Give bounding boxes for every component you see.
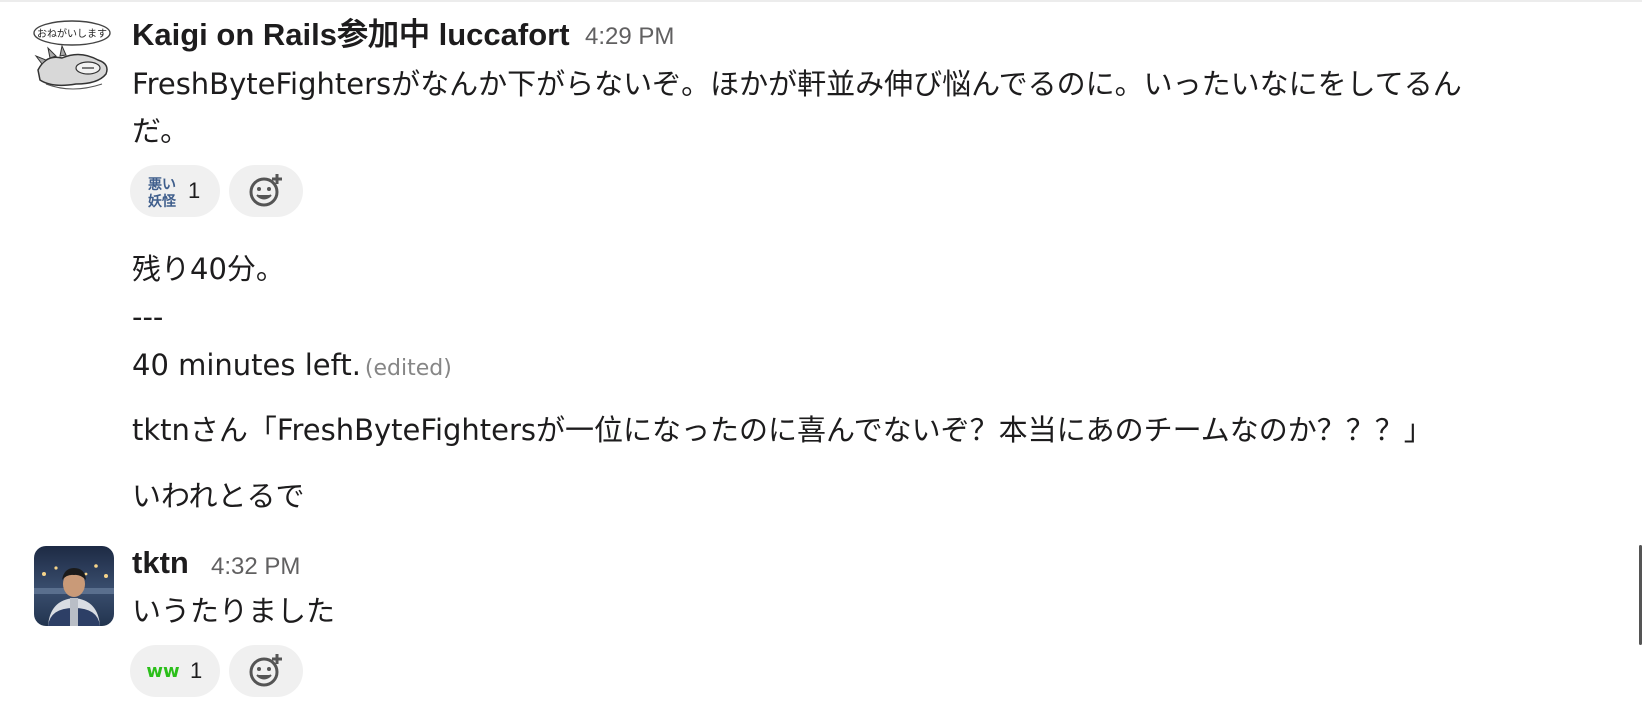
message-text-line: いうたりました bbox=[132, 594, 336, 628]
ww-emoji-icon: ww bbox=[144, 656, 182, 686]
sticker-caption: おねがいします bbox=[37, 27, 107, 40]
top-divider bbox=[0, 0, 1642, 2]
message-text-line: FreshByteFightersがなんか下がらないぞ。ほかが軒並み伸び悩んでる… bbox=[132, 67, 1462, 101]
reaction-ww[interactable]: ww 1 bbox=[130, 645, 220, 697]
user-avatar-tktn[interactable] bbox=[34, 546, 114, 626]
message-text: 40 minutes left. bbox=[132, 348, 361, 382]
emoji-text-line2: 妖怪 bbox=[148, 193, 177, 209]
add-reaction-smiley-icon bbox=[249, 654, 282, 687]
message-text-line: 40 minutes left. (edited) bbox=[132, 341, 452, 393]
add-reaction-smiley-icon bbox=[249, 174, 282, 207]
reaction-bad-youkai[interactable]: 悪い 妖怪 1 bbox=[130, 165, 220, 217]
message-text-line: だ。 bbox=[132, 114, 190, 148]
message-text-line: いわれとるで bbox=[132, 479, 305, 513]
message-text-line: --- bbox=[132, 300, 164, 334]
sleeping-creature-sticker-icon: おねがいします bbox=[32, 18, 112, 98]
add-reaction-button[interactable] bbox=[229, 645, 303, 697]
message-timestamp[interactable]: 4:29 PM bbox=[585, 22, 674, 52]
person-photo-icon bbox=[34, 546, 114, 626]
reaction-count: 1 bbox=[190, 658, 203, 683]
message-author[interactable]: tktn bbox=[132, 545, 189, 581]
emoji-text: ww bbox=[146, 661, 179, 682]
message-text-line: 残り40分。 bbox=[132, 252, 285, 286]
user-avatar-luccafort[interactable]: おねがいします bbox=[32, 18, 112, 98]
emoji-text-line1: 悪い bbox=[148, 177, 176, 193]
edited-label: (edited) bbox=[364, 356, 452, 381]
message-text-line: tktnさん「FreshByteFightersが一位になったのに喜んでないぞ？… bbox=[132, 413, 1433, 447]
reaction-count: 1 bbox=[188, 178, 201, 203]
message-author[interactable]: Kaigi on Rails参加中 luccafort bbox=[132, 17, 570, 53]
message-timestamp[interactable]: 4:32 PM bbox=[211, 552, 300, 582]
bad-youkai-emoji-icon: 悪い 妖怪 bbox=[144, 173, 180, 209]
add-reaction-button[interactable] bbox=[229, 165, 303, 217]
